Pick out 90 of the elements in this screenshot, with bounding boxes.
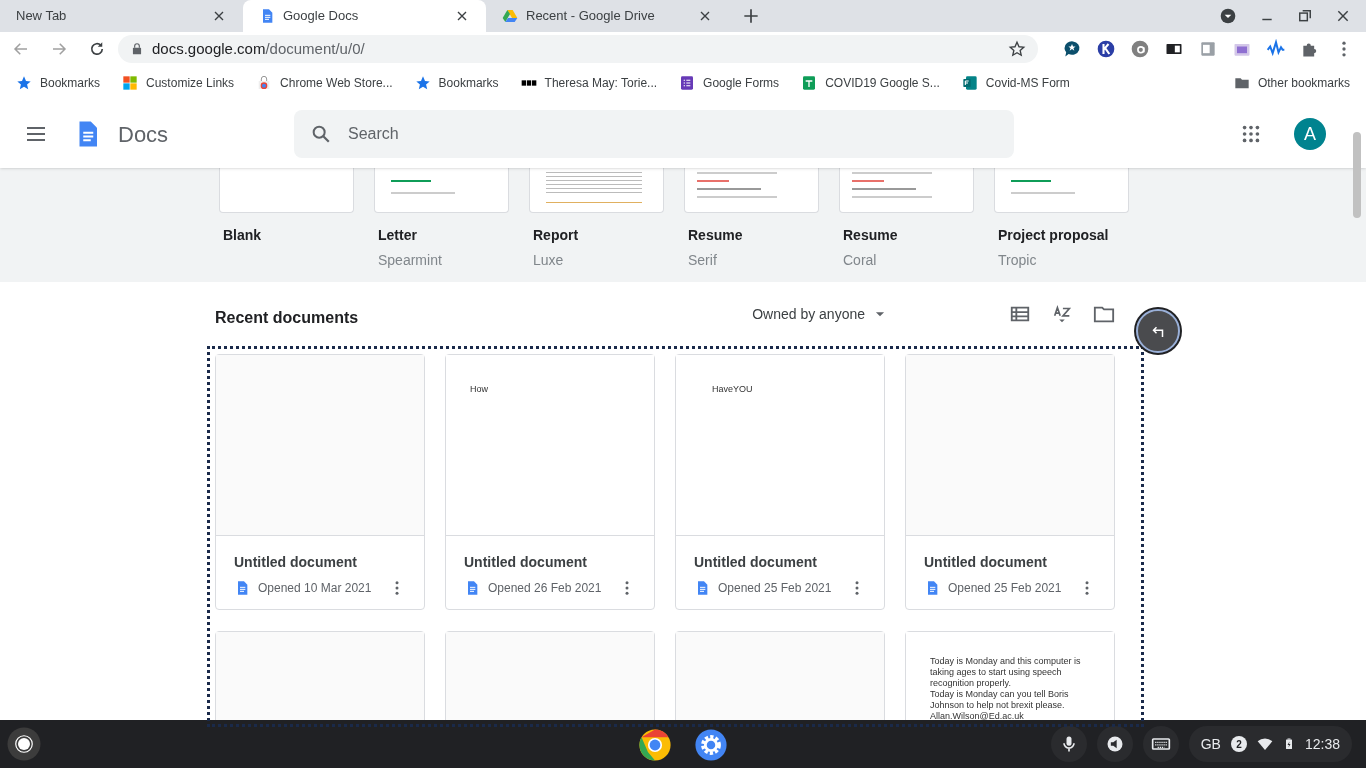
template-thumbnail[interactable] (374, 168, 509, 213)
preview-text: HaveYOU (712, 384, 753, 394)
template-name: Report (532, 226, 580, 245)
document-card[interactable]: HaveYOU Untitled document Opened 25 Feb 2021 (675, 354, 885, 610)
tab-title: Google Docs (283, 7, 360, 26)
lock-icon (130, 42, 144, 56)
avatar[interactable]: A (1294, 118, 1326, 150)
star-icon (414, 75, 431, 91)
bookmark-link[interactable]: Bookmarks (414, 74, 499, 92)
template-name: Project proposal (997, 226, 1110, 245)
document-title: Untitled document (464, 553, 588, 572)
new-tab-icon[interactable] (741, 6, 761, 26)
document-card[interactable]: Today is Monday and this computer is taking ages to start using speech recognition properly. Today is Monday can you tell Boris Johnson to help not brexit please. Allan.Wilson@Ed.ac.uk (905, 631, 1115, 720)
app-title: Docs (118, 120, 170, 149)
scrollbar-thumb[interactable] (1353, 132, 1361, 218)
apps-grid-icon[interactable] (1240, 123, 1262, 145)
form-icon (961, 75, 978, 91)
template-thumbnail[interactable] (839, 168, 974, 213)
star-icon (16, 75, 32, 91)
document-card[interactable]: Untitled document Opened 25 Feb 2021 (905, 354, 1115, 610)
section-title: Recent documents (215, 308, 359, 328)
document-title: Untitled document (924, 553, 1048, 572)
bookmark-link[interactable]: Google Forms (679, 74, 780, 92)
owner-filter-dropdown[interactable]: Owned by anyone (752, 303, 887, 325)
template-name: Letter (377, 226, 418, 245)
form-list-icon (679, 75, 696, 91)
tab-title: New Tab (16, 7, 68, 26)
gear-icon[interactable] (694, 728, 728, 762)
tab-title: Recent - Google Drive (526, 7, 656, 26)
document-card[interactable]: Untitled document Opened 10 Mar 2021 (215, 354, 425, 610)
template-name: Resume (842, 226, 899, 245)
template-style: Tropic (997, 251, 1038, 270)
bookmark-link[interactable]: Covid-MS Form (961, 74, 1070, 92)
bookmark-link[interactable]: Chrome Web Store... (256, 74, 393, 92)
preview-text: How (470, 384, 488, 394)
opened-date: Opened 26 Feb 2021 (488, 580, 603, 597)
search-field[interactable]: Search (294, 110, 1014, 158)
document-title: Untitled document (694, 553, 818, 572)
opened-date: Opened 25 Feb 2021 (948, 580, 1063, 597)
waveform-icon[interactable] (1266, 39, 1286, 59)
notification-count: 2 (1230, 736, 1247, 752)
status-tray[interactable]: GB 2 12:38 (1188, 726, 1352, 762)
launcher-icon[interactable] (6, 726, 42, 762)
keyboard-layout: GB (1200, 734, 1221, 754)
back-button[interactable] (1136, 309, 1180, 353)
forward-arrow-icon[interactable] (50, 40, 68, 58)
clock: 12:38 (1304, 734, 1340, 754)
folder-icon (1233, 75, 1250, 91)
keyboard-button[interactable] (1142, 726, 1179, 762)
template-thumbnail[interactable] (684, 168, 819, 213)
template-name: Blank (222, 226, 263, 245)
restore-icon[interactable] (1298, 9, 1312, 23)
four-squares-icon (122, 75, 139, 91)
template-name: Resume (687, 226, 744, 245)
url-text: docs.google.com/document/u/0/ (152, 38, 366, 59)
search-icon (310, 123, 332, 145)
bookmark-folder[interactable]: Other bookmarks (1233, 74, 1350, 92)
template-thumbnail[interactable] (529, 168, 664, 213)
star-outline-icon[interactable] (1008, 40, 1026, 58)
opened-date: Opened 25 Feb 2021 (718, 580, 833, 597)
browser-logo-icon[interactable] (638, 728, 672, 762)
bookmark-link[interactable]: COVID19 Google S... (801, 74, 940, 92)
speaker-button[interactable] (1096, 726, 1133, 762)
microphone-button[interactable] (1050, 726, 1087, 762)
dropdown-icon[interactable] (1220, 8, 1236, 24)
preview-text: Today is Monday and this computer is taking ages to start using speech recognition properly. Today is Monday can you tell Boris Johnson to help not brexit please. Allan.Wilson@Ed.ac.uk (930, 656, 1082, 720)
letter-k-icon[interactable] (1096, 39, 1116, 59)
speech-bubble-icon[interactable] (1062, 39, 1082, 59)
template-thumbnail[interactable] (994, 168, 1129, 213)
reload-icon[interactable] (88, 40, 106, 58)
template-thumbnail[interactable] (219, 168, 354, 213)
bookmark-link[interactable]: Customize Links (122, 74, 235, 92)
search-field[interactable]: Search (348, 122, 998, 146)
bookmark-link[interactable]: Theresa May: Torie... (520, 74, 658, 92)
wifi-icon (1256, 736, 1273, 752)
address-bar[interactable]: docs.google.com/document/u/0/ (118, 35, 1038, 63)
sort-az-icon[interactable] (1051, 303, 1073, 325)
triangle-logo-icon (502, 8, 518, 24)
document-title: Untitled document (234, 553, 358, 572)
template-style: Luxe (532, 251, 565, 270)
browser-tab[interactable]: Google Docs (243, 0, 486, 32)
back-arrow-icon[interactable] (12, 40, 30, 58)
close-icon[interactable] (1336, 9, 1350, 23)
bookmark-link[interactable]: Bookmarks (16, 74, 101, 92)
opened-date: Opened 10 Mar 2021 (258, 580, 373, 597)
template-style: Spearmint (377, 251, 443, 270)
template-style: Serif (687, 251, 718, 270)
document-card[interactable]: How Untitled document Opened 26 Feb 2021 (445, 354, 655, 610)
spreadsheet-icon (801, 75, 818, 91)
template-style: Coral (842, 251, 878, 270)
